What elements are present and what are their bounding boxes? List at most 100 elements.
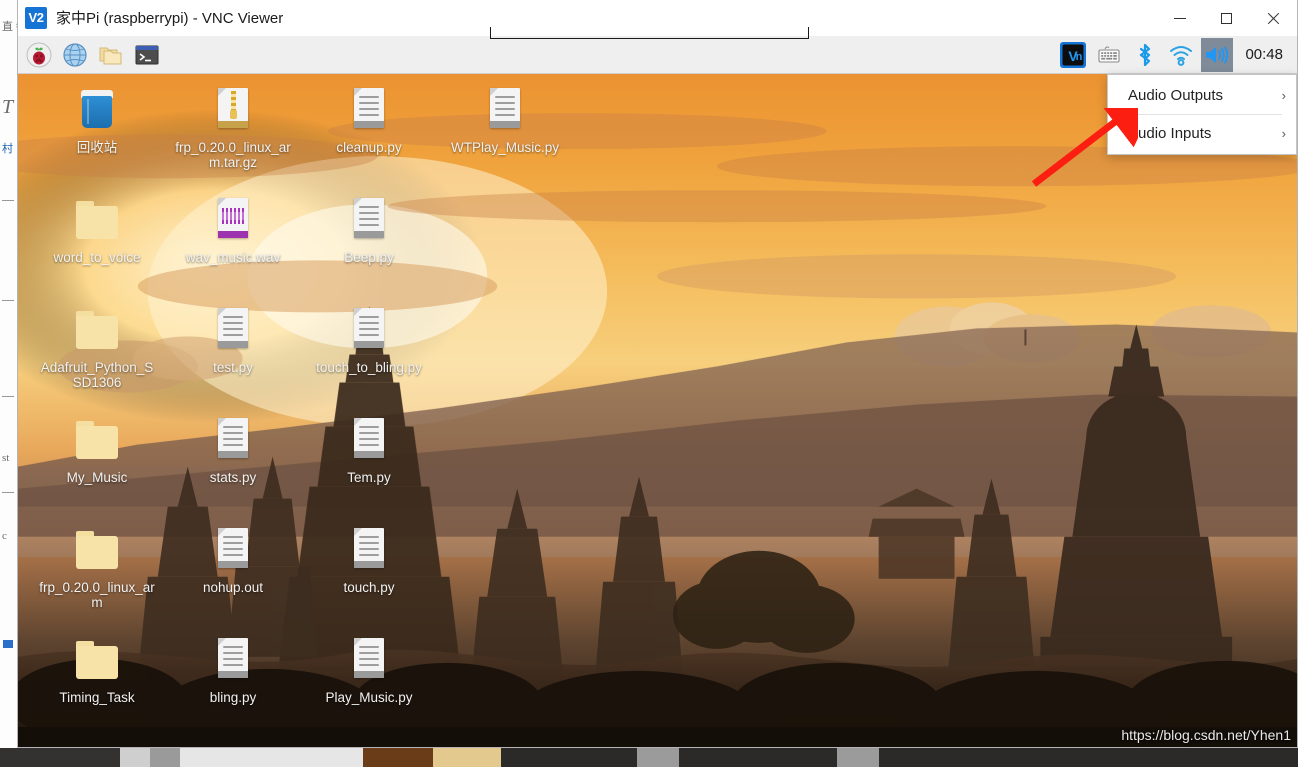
desktop-icon-play-music-py[interactable]: Play_Music.py — [310, 636, 428, 705]
host-ghost-divider — [2, 396, 14, 397]
desktop-icon-stats-py[interactable]: stats.py — [174, 416, 292, 485]
host-taskbar-active-window[interactable] — [180, 748, 363, 767]
vnc-server-tray-icon[interactable]: V n — [1057, 38, 1089, 72]
desktop-icon-label: 回收站 — [76, 140, 118, 155]
desktop-icon-my-music[interactable]: My_Music — [38, 416, 156, 485]
window-controls — [1156, 0, 1297, 36]
terminal-button[interactable] — [132, 40, 162, 70]
keyboard-layout-tray-icon[interactable] — [1093, 38, 1125, 72]
desktop-icon-label: WTPlay_Music.py — [450, 140, 560, 155]
document-file-icon — [345, 86, 393, 134]
desktop-icon-label: word_to_voice — [53, 250, 141, 265]
desktop-icon-label: touch_to_bling.py — [316, 360, 422, 375]
vnc-toolbar-tab-fill — [491, 26, 808, 28]
host-ghost-text: st — [2, 452, 10, 464]
desktop-icon-adafruit-python-ssd1306[interactable]: Adafruit_Python_SSD1306 — [38, 306, 156, 390]
desktop-icon-label: Beep.py — [344, 250, 394, 265]
host-ghost-text: 村 — [2, 143, 13, 155]
desktop-icon-beep-py[interactable]: Beep.py — [310, 196, 428, 265]
host-taskbar-button[interactable] — [837, 748, 879, 767]
desktop-icon-bling-py[interactable]: bling.py — [174, 636, 292, 705]
folder-icon — [73, 636, 121, 684]
desktop-icon-wtplay-music-py[interactable]: WTPlay_Music.py — [446, 86, 564, 155]
globe-icon — [63, 42, 87, 67]
clock[interactable]: 00:48 — [1235, 38, 1297, 72]
host-ghost-divider — [2, 492, 14, 493]
host-ghost-text: T — [2, 96, 14, 118]
document-file-icon — [209, 526, 257, 574]
volume-icon — [1206, 46, 1229, 63]
host-background-window: 直 每 T 村 st c — [0, 0, 18, 748]
desktop-icon-timing-task[interactable]: Timing_Task — [38, 636, 156, 705]
desktop-icon-label: frp_0.20.0_linux_arm.tar.gz — [175, 140, 291, 170]
maximize-button[interactable] — [1203, 0, 1250, 36]
desktop-icon-label: touch.py — [343, 580, 395, 595]
desktop-icon-label: stats.py — [209, 470, 257, 485]
host-ghost-divider — [2, 200, 14, 201]
document-file-icon — [345, 636, 393, 684]
vnc-toolbar-tab[interactable] — [490, 27, 809, 39]
vnc-app-icon: V2 — [25, 6, 47, 29]
chevron-right-icon: › — [1281, 126, 1286, 141]
maximize-icon — [1221, 12, 1232, 24]
trash-icon — [73, 86, 121, 134]
document-file-icon — [481, 86, 529, 134]
web-browser-button[interactable] — [60, 40, 90, 70]
host-taskbar-button[interactable] — [150, 748, 180, 767]
bluetooth-icon — [1140, 43, 1151, 66]
desktop-icon-label: Tem.py — [347, 470, 391, 485]
desktop-icon-archive[interactable]: frp_0.20.0_linux_arm.tar.gz — [174, 86, 292, 170]
keyboard-icon — [1098, 46, 1121, 63]
desktop-icon-label: bling.py — [209, 690, 257, 705]
host-taskbar-button[interactable] — [363, 748, 433, 767]
host-taskbar-button[interactable] — [120, 748, 150, 767]
desktop-icon-trash[interactable]: 回收站 — [38, 86, 156, 155]
desktop-icon-label: cleanup.py — [336, 140, 402, 155]
volume-tray-icon[interactable] — [1201, 37, 1234, 72]
menu-item-label: Audio Outputs — [1128, 87, 1224, 104]
system-tray: V n 00:48 — [1055, 36, 1297, 74]
host-taskbar[interactable] — [0, 748, 1298, 767]
desktop-icon-word-to-voice[interactable]: word_to_voice — [38, 196, 156, 265]
pi-taskbar-panel: V n 00:48 — [18, 36, 1297, 74]
host-ghost-text: 直 每 — [2, 21, 17, 33]
desktop-icon-label: Play_Music.py — [325, 690, 413, 705]
minimize-icon — [1173, 17, 1186, 19]
desktop-icon-touch-py[interactable]: touch.py — [310, 526, 428, 595]
menu-item-audio-outputs[interactable]: Audio Outputs › — [1108, 79, 1296, 112]
menu-item-audio-inputs[interactable]: Audio Inputs › — [1108, 117, 1296, 150]
host-taskbar-button[interactable] — [433, 748, 501, 767]
desktop-icon-test-py[interactable]: test.py — [174, 306, 292, 375]
raspberry-icon — [26, 42, 52, 67]
desktop-icon-label: frp_0.20.0_linux_arm — [39, 580, 155, 610]
menu-item-label: Audio Inputs — [1128, 125, 1212, 142]
host-ghost-icon — [3, 640, 13, 648]
raspberry-menu-button[interactable] — [24, 40, 54, 70]
file-manager-button[interactable] — [96, 40, 126, 70]
host-taskbar-start[interactable] — [0, 748, 120, 767]
desktop-icon-cleanup-py[interactable]: cleanup.py — [310, 86, 428, 155]
desktop-icon-frp-linux-arm-folder[interactable]: frp_0.20.0_linux_arm — [38, 526, 156, 610]
desktop-icon-wav-music-wav[interactable]: wav_music.wav — [174, 196, 292, 265]
close-button[interactable] — [1250, 0, 1297, 36]
folder-icon — [73, 306, 121, 354]
document-file-icon — [345, 306, 393, 354]
desktop-icon-touch-to-bling-py[interactable]: touch_to_bling.py — [310, 306, 428, 375]
desktop-icon-label: Timing_Task — [59, 690, 135, 705]
wifi-tray-icon[interactable] — [1165, 38, 1197, 72]
archive-file-icon — [209, 86, 257, 134]
desktop-icon-nohup-out[interactable]: nohup.out — [174, 526, 292, 595]
bluetooth-tray-icon[interactable] — [1129, 38, 1161, 72]
terminal-icon — [135, 45, 159, 64]
desktop-icon-tem-py[interactable]: Tem.py — [310, 416, 428, 485]
remote-desktop-viewport[interactable]: 回收站 frp_0.20.0_linux_arm.tar.gz cleanup.… — [18, 36, 1297, 747]
vnc-viewer-window: V2 家中Pi (raspberrypi) - VNC Viewer 回收站 f… — [17, 0, 1298, 748]
host-taskbar-button[interactable] — [637, 748, 679, 767]
minimize-button[interactable] — [1156, 0, 1203, 36]
desktop-icon-grid: 回收站 frp_0.20.0_linux_arm.tar.gz cleanup.… — [18, 74, 559, 746]
host-ghost-divider — [2, 300, 14, 301]
menu-separator — [1122, 114, 1282, 115]
chevron-right-icon: › — [1281, 88, 1286, 103]
document-file-icon — [209, 416, 257, 464]
host-ghost-text: c — [2, 530, 7, 542]
